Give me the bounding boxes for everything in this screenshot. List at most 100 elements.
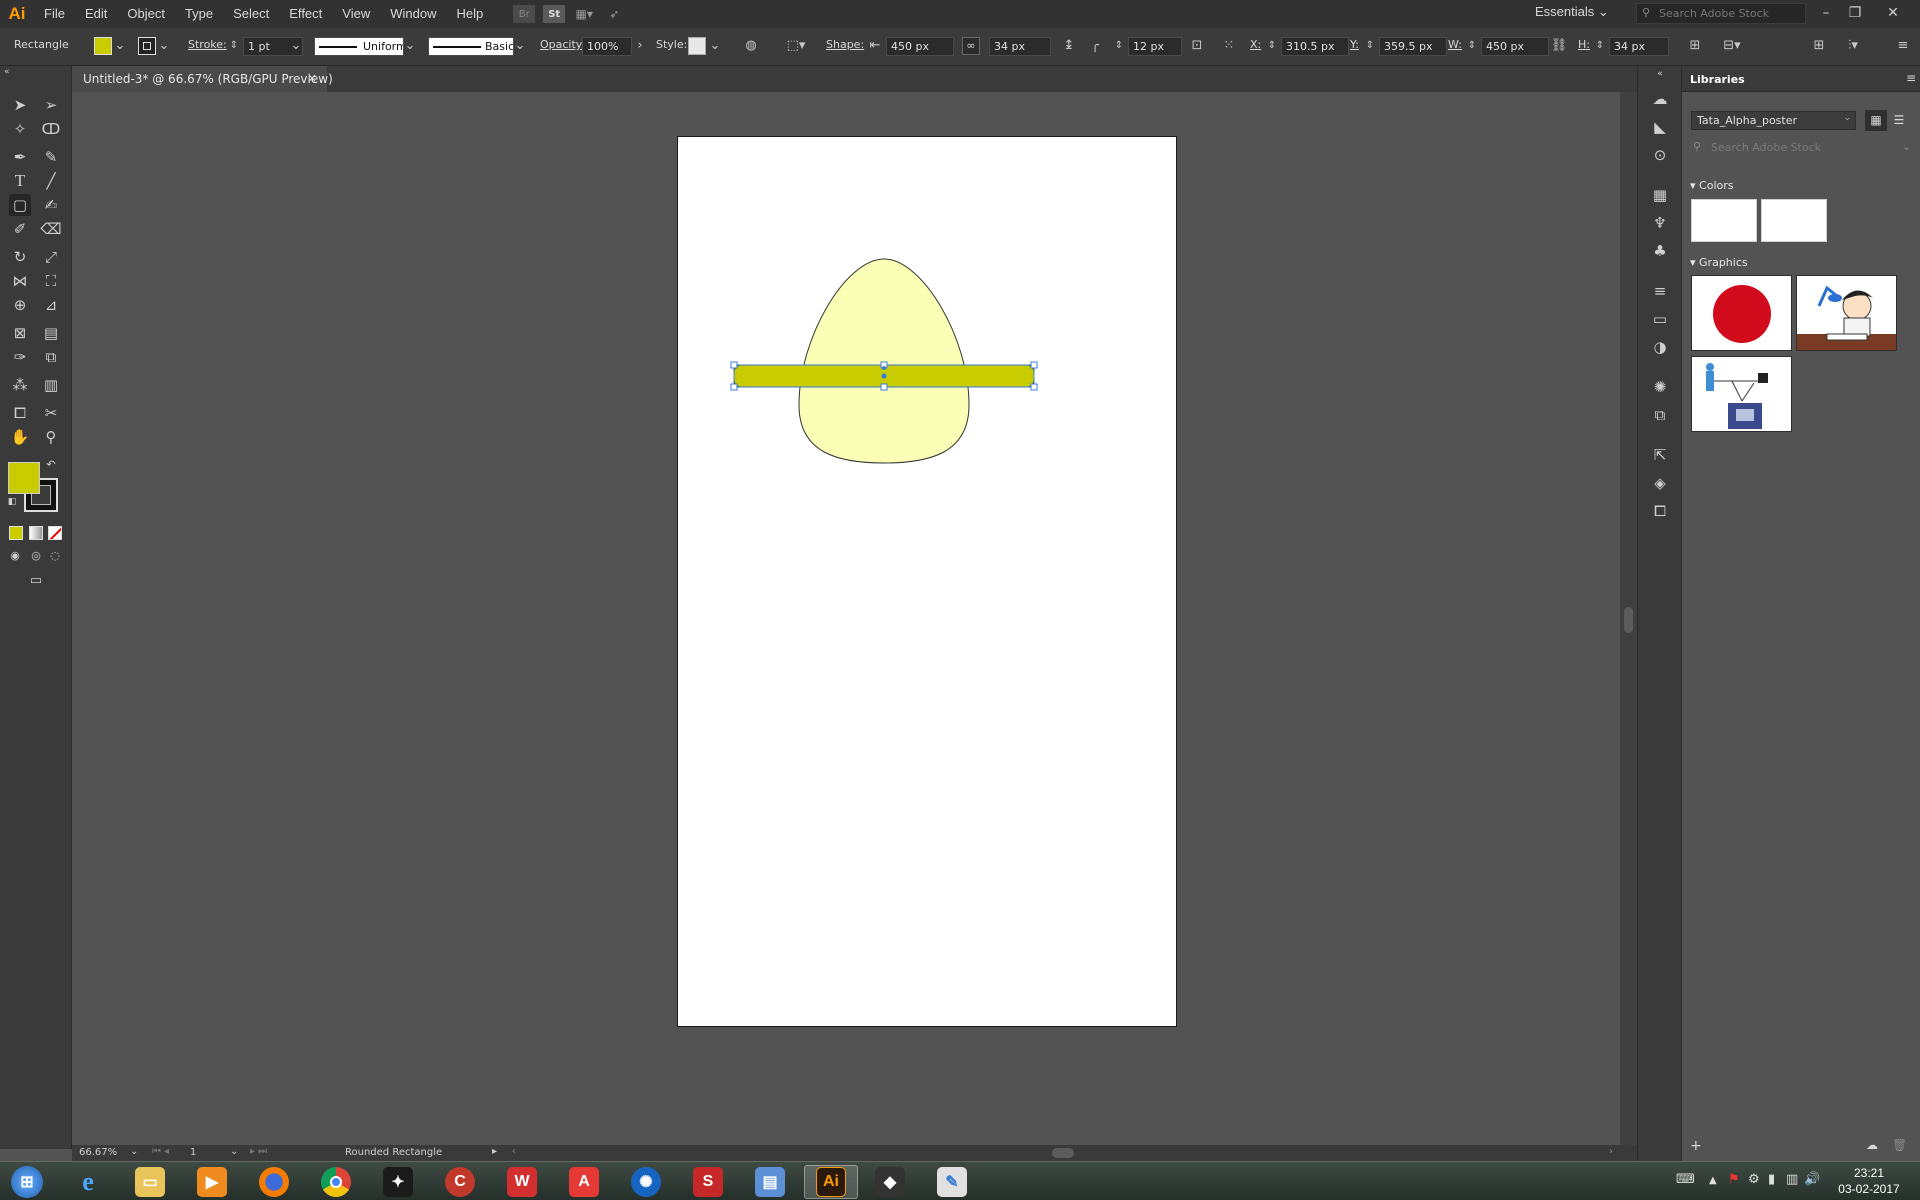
power-icon[interactable]: ▮ bbox=[1768, 1172, 1775, 1187]
draw-normal-icon[interactable]: ◉ bbox=[6, 548, 24, 564]
handle-bottom-right[interactable] bbox=[1030, 383, 1038, 391]
shape-height-field[interactable]: 34 px bbox=[989, 37, 1051, 56]
opacity-field[interactable]: 100% bbox=[582, 37, 632, 56]
zoom-level[interactable]: 66.67% bbox=[79, 1147, 117, 1158]
ccleaner-taskbar[interactable]: C bbox=[436, 1165, 484, 1199]
mesh-tool-icon[interactable]: ⊠ bbox=[9, 322, 31, 344]
slice-tool-icon[interactable]: ✂ bbox=[40, 402, 62, 424]
menu-select[interactable]: Select bbox=[223, 0, 279, 28]
corner-type-icon[interactable]: ╭ bbox=[1086, 37, 1104, 55]
appearance-panel-icon[interactable]: ✺ bbox=[1649, 376, 1671, 398]
graphic-lab-diagram[interactable] bbox=[1691, 356, 1792, 432]
media-player-taskbar[interactable]: ▶ bbox=[188, 1165, 236, 1199]
menu-edit[interactable]: Edit bbox=[75, 0, 117, 28]
hand-tool-icon[interactable]: ✋ bbox=[9, 426, 31, 448]
menu-help[interactable]: Help bbox=[446, 0, 493, 28]
variable-width-profile[interactable]: Uniform bbox=[314, 37, 404, 56]
collapse-icon[interactable]: « bbox=[4, 66, 64, 78]
canvas-area[interactable]: ⌃ bbox=[72, 92, 1637, 1145]
menu-object[interactable]: Object bbox=[117, 0, 175, 28]
inkscape-taskbar[interactable]: ◆ bbox=[866, 1165, 914, 1199]
isolate-object-icon[interactable]: ⊟▾ bbox=[1716, 37, 1748, 55]
graphic-studying-boy[interactable] bbox=[1796, 275, 1897, 351]
pen-tool-icon[interactable]: ✒ bbox=[9, 146, 31, 168]
stock-icon[interactable]: St bbox=[543, 5, 566, 23]
artboard-tool-icon[interactable]: ⧠ bbox=[9, 402, 31, 424]
grid-view-icon[interactable]: ▦ bbox=[1865, 110, 1887, 131]
trash-icon[interactable]: 🗑 bbox=[1892, 1138, 1907, 1152]
file-explorer-taskbar[interactable]: ▭ bbox=[126, 1165, 174, 1199]
wps-writer-taskbar[interactable]: W bbox=[498, 1165, 546, 1199]
graphic-japan-flag[interactable] bbox=[1691, 275, 1792, 351]
creative-cloud-icon[interactable]: ☁ bbox=[1866, 1138, 1878, 1152]
volume-icon[interactable]: 🔊 bbox=[1804, 1172, 1820, 1187]
add-icon[interactable]: + bbox=[1690, 1138, 1702, 1154]
x-label[interactable]: X: bbox=[1250, 38, 1261, 51]
internet-explorer-taskbar[interactable]: e bbox=[64, 1165, 112, 1199]
chrome-taskbar[interactable] bbox=[312, 1165, 360, 1199]
reference-point-icon[interactable]: ⁙ bbox=[1220, 37, 1238, 55]
graphic-style-swatch[interactable] bbox=[688, 37, 706, 55]
zoom-tool-icon[interactable]: ⚲ bbox=[40, 426, 62, 448]
network-icon[interactable]: ▥ bbox=[1786, 1172, 1798, 1187]
library-select[interactable]: Tata_Alpha_poster ⌄ bbox=[1691, 111, 1856, 130]
chevron-down-icon[interactable]: ⌄ bbox=[404, 37, 416, 55]
expand-panels-icon[interactable]: « bbox=[1649, 68, 1671, 80]
stroke-swatch[interactable] bbox=[138, 37, 156, 55]
menu-file[interactable]: File bbox=[34, 0, 75, 28]
scroll-right-arrow[interactable]: › bbox=[1609, 1146, 1613, 1157]
constrain-proportions-icon[interactable]: ⛓ bbox=[1550, 37, 1568, 55]
shaper-tool-icon[interactable]: ✐ bbox=[9, 218, 31, 240]
panel-menu-icon[interactable]: ≡ bbox=[1894, 37, 1912, 55]
cc-libraries-icon[interactable]: ☁ bbox=[1649, 88, 1671, 110]
close-tab-icon[interactable]: × bbox=[307, 71, 317, 85]
remote-desktop-taskbar[interactable]: ▤ bbox=[746, 1165, 794, 1199]
fill-swatch[interactable] bbox=[94, 37, 112, 55]
keyboard-icon[interactable]: ⌨ bbox=[1676, 1172, 1695, 1187]
3d-app-taskbar[interactable]: ✦ bbox=[374, 1165, 422, 1199]
libraries-title[interactable]: Libraries bbox=[1690, 73, 1745, 86]
scroll-left-arrow[interactable]: ‹ bbox=[512, 1146, 516, 1157]
scrollbar-thumb[interactable] bbox=[1624, 607, 1633, 633]
sync-icon[interactable]: ⚙ bbox=[1748, 1172, 1760, 1187]
egg-shape[interactable] bbox=[798, 258, 970, 464]
colors-section-header[interactable]: ▾ Colors bbox=[1690, 179, 1733, 192]
chevron-down-icon[interactable]: ⌄ bbox=[709, 37, 721, 55]
document-tab[interactable]: Untitled-3* @ 66.67% (RGB/GPU Preview) × bbox=[72, 66, 333, 92]
curvature-tool-icon[interactable]: ✎ bbox=[40, 146, 62, 168]
stroke-label[interactable]: Stroke: bbox=[188, 38, 227, 51]
default-fill-stroke-icon[interactable]: ◧ bbox=[6, 496, 18, 508]
perspective-grid-tool-icon[interactable]: ⊿ bbox=[40, 294, 62, 316]
transform-panel-icon[interactable]: ⊞ bbox=[1686, 37, 1704, 55]
brush-definition[interactable]: Basic bbox=[428, 37, 514, 56]
screen-mode-icon[interactable]: ▭ bbox=[24, 571, 48, 591]
free-transform-tool-icon[interactable]: ⛶ bbox=[40, 270, 62, 292]
chevron-right-icon[interactable]: › bbox=[634, 37, 646, 55]
corner-radius-field[interactable]: 12 px bbox=[1128, 37, 1182, 56]
shape-label[interactable]: Shape: bbox=[826, 38, 864, 51]
align-icon[interactable]: ⫶▾ bbox=[1836, 37, 1870, 55]
symbol-sprayer-tool-icon[interactable]: ⁂ bbox=[9, 374, 31, 396]
rounded-rectangle-tool-icon[interactable]: ▢ bbox=[9, 194, 31, 216]
direct-selection-tool-icon[interactable]: ➢ bbox=[40, 94, 62, 116]
link-icon[interactable]: ∞ bbox=[962, 37, 980, 55]
horizontal-scrollbar-thumb[interactable] bbox=[1052, 1148, 1074, 1158]
eraser-tool-icon[interactable]: ⌫ bbox=[40, 218, 62, 240]
x-field[interactable]: 310.5 px bbox=[1281, 37, 1349, 56]
align-to-selection-icon[interactable]: ⬚▾ bbox=[782, 37, 810, 55]
none-mode-button[interactable] bbox=[48, 526, 62, 540]
line-segment-tool-icon[interactable]: ╱ bbox=[40, 170, 62, 192]
h-label[interactable]: H: bbox=[1578, 38, 1590, 51]
show-hidden-icons[interactable]: ▲ bbox=[1709, 1175, 1717, 1186]
menu-window[interactable]: Window bbox=[380, 0, 446, 28]
arrange-icon[interactable]: ⊞ bbox=[1810, 37, 1828, 55]
chevron-down-icon[interactable]: ⌄ bbox=[114, 37, 126, 55]
gradient-panel-icon[interactable]: ▭ bbox=[1649, 308, 1671, 330]
shape-builder-tool-icon[interactable]: ⊕ bbox=[9, 294, 31, 316]
chevron-down-icon[interactable]: ⌄ bbox=[230, 1146, 238, 1157]
pdf-reader-taskbar[interactable]: A bbox=[560, 1165, 608, 1199]
chevron-down-icon[interactable]: ⌄ bbox=[130, 1146, 138, 1157]
selection-tool-icon[interactable]: ➤ bbox=[9, 94, 31, 116]
stock-search-input[interactable]: ⚲ Search Adobe Stock bbox=[1636, 3, 1806, 24]
transform-icon[interactable]: ⊡ bbox=[1188, 37, 1206, 55]
